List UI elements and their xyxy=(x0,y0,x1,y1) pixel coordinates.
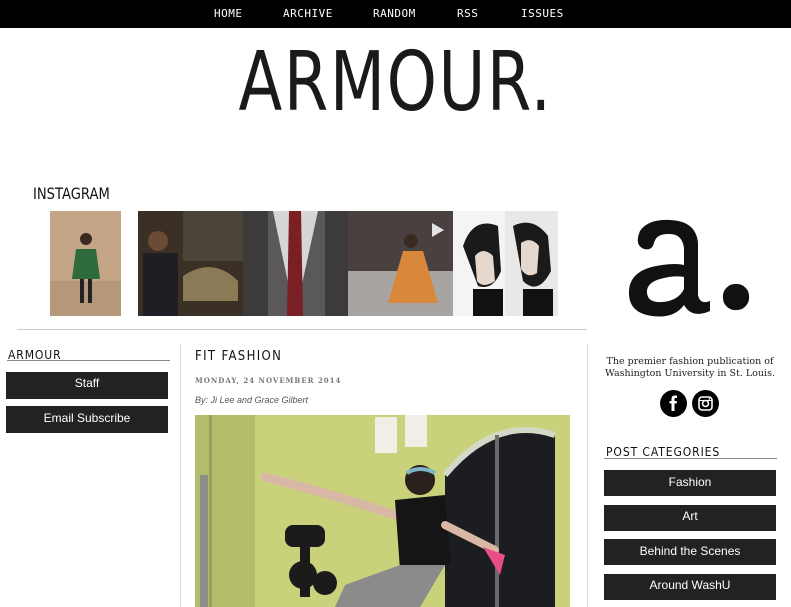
nav-rss-link[interactable]: RSS xyxy=(457,7,478,20)
nav-random-link[interactable]: RANDOM xyxy=(373,7,416,20)
facebook-icon[interactable] xyxy=(660,390,687,417)
category-behind-the-scenes-button[interactable]: Behind the Scenes xyxy=(604,539,776,565)
post-title[interactable]: FIT FASHION xyxy=(195,349,282,364)
post-byline: By: Ji Lee and Grace Gilbert xyxy=(195,395,309,405)
post-date: MONDAY, 24 NOVEMBER 2014 xyxy=(195,376,342,385)
top-nav-bar: HOME ARCHIVE RANDOM RSS ISSUES xyxy=(0,0,791,28)
category-around-washu-button[interactable]: Around WashU xyxy=(604,574,776,600)
armour-a-logo xyxy=(618,203,758,328)
site-masthead[interactable]: ARMOUR. xyxy=(87,38,704,128)
site-tagline: The premier fashion publication of Washi… xyxy=(605,356,775,379)
categories-heading-rule xyxy=(604,458,777,459)
instagram-photo-3[interactable] xyxy=(243,211,348,316)
instagram-heading: INSTAGRAM xyxy=(33,184,110,203)
nav-home-link[interactable]: HOME xyxy=(214,7,243,20)
nav-issues-link[interactable]: ISSUES xyxy=(521,7,564,20)
email-subscribe-button[interactable]: Email Subscribe xyxy=(6,406,168,433)
nav-archive-link[interactable]: ARCHIVE xyxy=(283,7,333,20)
post-categories-heading: POST CATEGORIES xyxy=(606,445,721,459)
instagram-photo-1[interactable] xyxy=(50,211,121,316)
column-divider-left xyxy=(180,344,181,607)
section-divider xyxy=(17,329,587,330)
category-fashion-button[interactable]: Fashion xyxy=(604,470,776,496)
post-featured-image[interactable] xyxy=(195,415,570,607)
sidebar-heading-rule xyxy=(7,360,170,361)
category-art-button[interactable]: Art xyxy=(604,505,776,531)
instagram-icon[interactable] xyxy=(692,390,719,417)
instagram-photo-5[interactable] xyxy=(453,211,558,316)
column-divider-right xyxy=(587,344,588,607)
instagram-photo-4[interactable] xyxy=(348,211,453,316)
instagram-photo-2[interactable] xyxy=(138,211,243,316)
staff-button[interactable]: Staff xyxy=(6,372,168,399)
